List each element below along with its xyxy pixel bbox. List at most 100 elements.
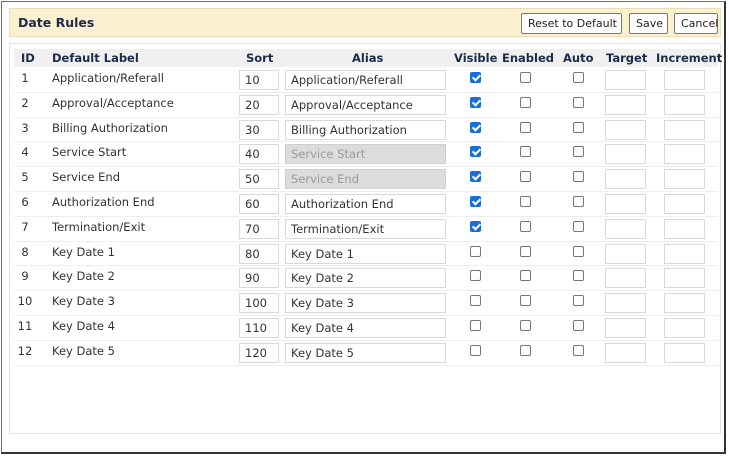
- auto-checkbox[interactable]: [573, 245, 584, 257]
- column-header-default-label: Default Label: [52, 51, 139, 65]
- target-input[interactable]: [605, 268, 646, 289]
- alias-input[interactable]: Key Date 4: [285, 317, 446, 338]
- alias-input[interactable]: Application/Referall: [285, 70, 446, 90]
- increment-input[interactable]: [664, 218, 705, 239]
- row-default-label: Termination/Exit: [52, 219, 146, 234]
- visible-checkbox[interactable]: [470, 171, 481, 183]
- visible-checkbox[interactable]: [470, 344, 481, 356]
- enabled-checkbox[interactable]: [520, 96, 531, 108]
- increment-input[interactable]: [664, 144, 705, 165]
- alias-input[interactable]: Key Date 1: [285, 243, 446, 264]
- auto-checkbox[interactable]: [573, 96, 584, 108]
- row-id: 5: [21, 170, 29, 185]
- table-row: 10 Key Date 3 100 Key Date 3: [14, 291, 718, 316]
- sort-input[interactable]: 50: [239, 169, 279, 190]
- cancel-button[interactable]: Cancel: [674, 13, 718, 34]
- increment-input[interactable]: [664, 342, 705, 363]
- target-input[interactable]: [605, 144, 646, 165]
- auto-checkbox[interactable]: [573, 270, 584, 282]
- sort-input[interactable]: 10: [239, 70, 279, 90]
- sort-input[interactable]: 30: [239, 119, 279, 140]
- alias-input[interactable]: Key Date 3: [285, 293, 446, 314]
- sort-input[interactable]: 110: [239, 317, 279, 338]
- visible-checkbox[interactable]: [470, 319, 481, 331]
- increment-input[interactable]: [664, 243, 705, 264]
- enabled-checkbox[interactable]: [520, 121, 531, 133]
- table-row: 6 Authorization End 60 Authorization End: [14, 192, 718, 217]
- visible-checkbox[interactable]: [470, 146, 481, 158]
- visible-checkbox[interactable]: [470, 245, 481, 257]
- target-input[interactable]: [605, 193, 646, 214]
- row-default-label: Billing Authorization: [52, 120, 168, 135]
- sort-input[interactable]: 80: [239, 243, 279, 264]
- table-header: ID Default Label Sort Alias Visible Enab…: [14, 49, 722, 67]
- sort-input[interactable]: 40: [239, 144, 279, 165]
- auto-checkbox[interactable]: [573, 146, 584, 158]
- alias-input[interactable]: Key Date 2: [285, 268, 446, 289]
- target-input[interactable]: [605, 342, 646, 363]
- enabled-checkbox[interactable]: [520, 344, 531, 356]
- enabled-checkbox[interactable]: [520, 195, 531, 207]
- enabled-checkbox[interactable]: [520, 72, 531, 83]
- auto-checkbox[interactable]: [573, 171, 584, 183]
- auto-checkbox[interactable]: [573, 121, 584, 133]
- date-rules-dialog: Date Rules Reset to Default Save Cancel …: [1, 1, 726, 454]
- visible-checkbox[interactable]: [470, 195, 481, 207]
- table-row: 8 Key Date 1 80 Key Date 1: [14, 242, 718, 267]
- alias-input[interactable]: Authorization End: [285, 193, 446, 214]
- increment-input[interactable]: [664, 119, 705, 140]
- alias-input[interactable]: Approval/Acceptance: [285, 94, 446, 115]
- enabled-checkbox[interactable]: [520, 245, 531, 257]
- enabled-checkbox[interactable]: [520, 270, 531, 282]
- auto-checkbox[interactable]: [573, 295, 584, 307]
- auto-checkbox[interactable]: [573, 220, 584, 232]
- sort-input[interactable]: 70: [239, 218, 279, 239]
- enabled-checkbox[interactable]: [520, 146, 531, 158]
- alias-input[interactable]: Billing Authorization: [285, 119, 446, 140]
- enabled-checkbox[interactable]: [520, 295, 531, 307]
- alias-input[interactable]: Termination/Exit: [285, 218, 446, 239]
- sort-input[interactable]: 100: [239, 293, 279, 314]
- enabled-checkbox[interactable]: [520, 171, 531, 183]
- sort-input[interactable]: 90: [239, 268, 279, 289]
- sort-input[interactable]: 120: [239, 342, 279, 363]
- target-input[interactable]: [605, 119, 646, 140]
- dialog-title: Date Rules: [18, 15, 95, 30]
- increment-input[interactable]: [664, 94, 705, 115]
- visible-checkbox[interactable]: [470, 96, 481, 108]
- row-id: 4: [21, 145, 29, 160]
- auto-checkbox[interactable]: [573, 319, 584, 331]
- target-input[interactable]: [605, 169, 646, 190]
- increment-input[interactable]: [664, 169, 705, 190]
- row-id: 1: [21, 71, 29, 85]
- save-button[interactable]: Save: [629, 13, 668, 34]
- enabled-checkbox[interactable]: [520, 319, 531, 331]
- enabled-checkbox[interactable]: [520, 220, 531, 232]
- auto-checkbox[interactable]: [573, 195, 584, 207]
- auto-checkbox[interactable]: [573, 344, 584, 356]
- sort-input[interactable]: 20: [239, 94, 279, 115]
- target-input[interactable]: [605, 317, 646, 338]
- visible-checkbox[interactable]: [470, 72, 481, 83]
- increment-input[interactable]: [664, 268, 705, 289]
- table-body: 1 Application/Referall 10 Application/Refer…: [14, 68, 718, 366]
- row-id: 11: [17, 318, 33, 333]
- auto-checkbox[interactable]: [573, 72, 584, 83]
- increment-input[interactable]: [664, 193, 705, 214]
- target-input[interactable]: [605, 70, 646, 90]
- reset-to-default-button[interactable]: Reset to Default: [521, 13, 622, 34]
- sort-input[interactable]: 60: [239, 193, 279, 214]
- increment-input[interactable]: [664, 70, 705, 90]
- target-input[interactable]: [605, 218, 646, 239]
- target-input[interactable]: [605, 293, 646, 314]
- target-input[interactable]: [605, 243, 646, 264]
- increment-input[interactable]: [664, 317, 705, 338]
- alias-input: Service End: [285, 169, 446, 190]
- visible-checkbox[interactable]: [470, 270, 481, 282]
- target-input[interactable]: [605, 94, 646, 115]
- visible-checkbox[interactable]: [470, 220, 481, 232]
- visible-checkbox[interactable]: [470, 121, 481, 133]
- alias-input[interactable]: Key Date 5: [285, 342, 446, 363]
- increment-input[interactable]: [664, 293, 705, 314]
- visible-checkbox[interactable]: [470, 295, 481, 307]
